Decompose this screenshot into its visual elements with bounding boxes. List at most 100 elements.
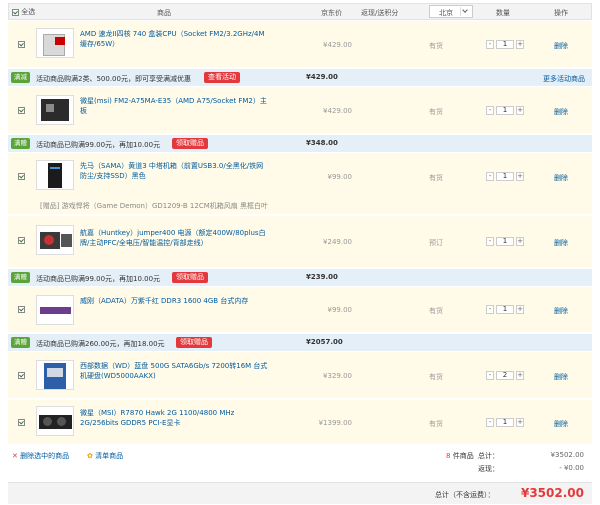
psu-box-icon (61, 234, 72, 247)
close-icon: ✕ (12, 452, 18, 460)
quantity-stepper: -1 + (486, 106, 524, 115)
amd-logo-icon (55, 37, 65, 45)
delete-button[interactable]: 删除 (554, 306, 568, 316)
gift-item[interactable]: [赠品] 游戏悍将（Game Demon）GD1209-B 12CM机箱风扇 黑… (40, 201, 268, 211)
cashback-value: - ¥0.00 (559, 464, 584, 472)
stock-status: 有货 (429, 42, 443, 50)
delete-button[interactable]: 删除 (554, 419, 568, 429)
delete-selected-link[interactable]: ✕ 删除选中的商品 (12, 451, 69, 461)
promo-bar: 满赠 活动商品已购满260.00元，再加18.00元 领取赠品 ¥2057.00 (8, 334, 592, 351)
product-name[interactable]: 先马（SAMA）黄道3 中塔机箱（前置USB3.0/全黑化/铁网防尘/支持SSD… (80, 161, 268, 181)
product-thumbnail[interactable] (36, 225, 74, 255)
item-checkbox[interactable] (18, 237, 25, 244)
product-name[interactable]: 航嘉（Huntkey）jumper400 电源（额定400W/80plus白牌/… (80, 228, 268, 248)
product-thumbnail[interactable] (36, 295, 74, 325)
promo-text: 活动商品已购满99.00元，再加10.00元 (36, 275, 161, 283)
qty-decrease-button[interactable]: - (486, 305, 494, 314)
promo-tag: 满赠 (11, 138, 30, 149)
qty-increase-button[interactable]: + (516, 106, 524, 115)
item-checkbox[interactable] (18, 41, 25, 48)
product-price: ¥1399.00 (318, 419, 352, 427)
qty-input[interactable]: 1 (496, 418, 514, 427)
product-thumbnail[interactable] (36, 406, 74, 436)
promo-total: ¥429.00 (306, 73, 338, 81)
socket-icon (46, 104, 54, 112)
qty-decrease-button[interactable]: - (486, 237, 494, 246)
delete-button[interactable]: 删除 (554, 372, 568, 382)
promo-tag: 满减 (11, 72, 30, 83)
product-thumbnail[interactable] (36, 360, 74, 390)
product-thumbnail[interactable] (36, 95, 74, 125)
cart-item: 微星（MSI）R7870 Hawk 2G 1100/4800 MHz 2G/25… (8, 400, 592, 445)
product-price: ¥249.00 (323, 238, 352, 246)
qty-increase-button[interactable]: + (516, 237, 524, 246)
total-value: ¥3502.00 (550, 451, 584, 459)
cart-header: 全选 商品 京东价 返现/送积分 北京 数量 操作 (8, 3, 592, 20)
stock-status: 有货 (429, 420, 443, 428)
grand-total-value: ¥3502.00 (520, 486, 584, 500)
claim-gift-button[interactable]: 领取赠品 (172, 272, 208, 283)
product-name[interactable]: 微星（MSI）R7870 Hawk 2G 1100/4800 MHz 2G/25… (80, 408, 268, 428)
product-name[interactable]: 威刚（ADATA）万紫千红 DDR3 1600 4GB 台式内存 (80, 296, 268, 306)
more-promo-link[interactable]: 更多活动商品 (543, 74, 585, 84)
promo-total: ¥2057.00 (306, 338, 343, 346)
stock-status: 有货 (429, 373, 443, 381)
cart-item: 威刚（ADATA）万紫千红 DDR3 1600 4GB 台式内存 ¥99.00 … (8, 287, 592, 333)
city-value: 北京 (439, 9, 453, 17)
quantity-stepper: -1 + (486, 40, 524, 49)
delete-button[interactable]: 删除 (554, 107, 568, 117)
chevron-down-icon (460, 7, 470, 16)
qty-increase-button[interactable]: + (516, 172, 524, 181)
quantity-stepper: -1 + (486, 172, 524, 181)
cart-item: 先马（SAMA）黄道3 中塔机箱（前置USB3.0/全黑化/铁网防尘/支持SSD… (8, 153, 592, 215)
qty-input[interactable]: 2 (496, 371, 514, 380)
product-thumbnail[interactable] (36, 160, 74, 190)
promo-text: 活动商品已购满99.00元，再加10.00元 (36, 141, 161, 149)
qty-increase-button[interactable]: + (516, 418, 524, 427)
delete-button[interactable]: 删除 (554, 41, 568, 51)
product-name[interactable]: 微星(msi) FM2-A75MA-E35（AMD A75/Socket FM2… (80, 96, 268, 116)
view-promo-button[interactable]: 查看活动 (204, 72, 240, 83)
item-checkbox[interactable] (18, 419, 25, 426)
city-select[interactable]: 北京 (429, 5, 473, 18)
promo-tag: 满赠 (11, 337, 30, 348)
qty-decrease-button[interactable]: - (486, 418, 494, 427)
promo-bar: 满赠 活动商品已购满99.00元，再加10.00元 领取赠品 ¥348.00 (8, 135, 592, 152)
quantity-stepper: -1 + (486, 418, 524, 427)
product-name[interactable]: 西部数据（WD）蓝盘 500G SATA6Gb/s 7200转16M 台式机硬盘… (80, 361, 268, 381)
qty-input[interactable]: 1 (496, 40, 514, 49)
claim-gift-button[interactable]: 领取赠品 (172, 138, 208, 149)
claim-gift-button[interactable]: 领取赠品 (176, 337, 212, 348)
col-qty: 数量 (496, 9, 510, 17)
psu-fan-icon (44, 235, 54, 245)
qty-input[interactable]: 1 (496, 172, 514, 181)
qty-decrease-button[interactable]: - (486, 371, 494, 380)
qty-decrease-button[interactable]: - (486, 106, 494, 115)
qty-increase-button[interactable]: + (516, 371, 524, 380)
product-thumbnail[interactable] (36, 28, 74, 58)
product-name[interactable]: AMD 速龙II四核 740 盒装CPU（Socket FM2/3.2GHz/4… (80, 29, 268, 49)
select-all[interactable]: 全选 (12, 7, 35, 17)
qty-increase-button[interactable]: + (516, 40, 524, 49)
select-all-checkbox[interactable] (12, 8, 19, 16)
grand-total-bar: 总计（不含运费）： ¥3502.00 (8, 482, 592, 504)
item-checkbox[interactable] (18, 173, 25, 180)
stock-status: 预订 (429, 239, 443, 247)
qty-decrease-button[interactable]: - (486, 40, 494, 49)
clear-cart-link[interactable]: ✿ 清单商品 (87, 451, 123, 461)
delete-button[interactable]: 删除 (554, 173, 568, 183)
item-checkbox[interactable] (18, 372, 25, 379)
quantity-stepper: -1 + (486, 305, 524, 314)
item-checkbox[interactable] (18, 306, 25, 313)
promo-text: 活动商品已购满260.00元，再加18.00元 (36, 340, 165, 348)
col-cashback: 返现/送积分 (361, 9, 399, 17)
qty-input[interactable]: 1 (496, 106, 514, 115)
qty-input[interactable]: 1 (496, 237, 514, 246)
gpu-fan-icon (43, 417, 52, 426)
qty-increase-button[interactable]: + (516, 305, 524, 314)
qty-decrease-button[interactable]: - (486, 172, 494, 181)
item-checkbox[interactable] (18, 107, 25, 114)
item-count-number: 8 (446, 452, 451, 460)
delete-button[interactable]: 删除 (554, 238, 568, 248)
qty-input[interactable]: 1 (496, 305, 514, 314)
